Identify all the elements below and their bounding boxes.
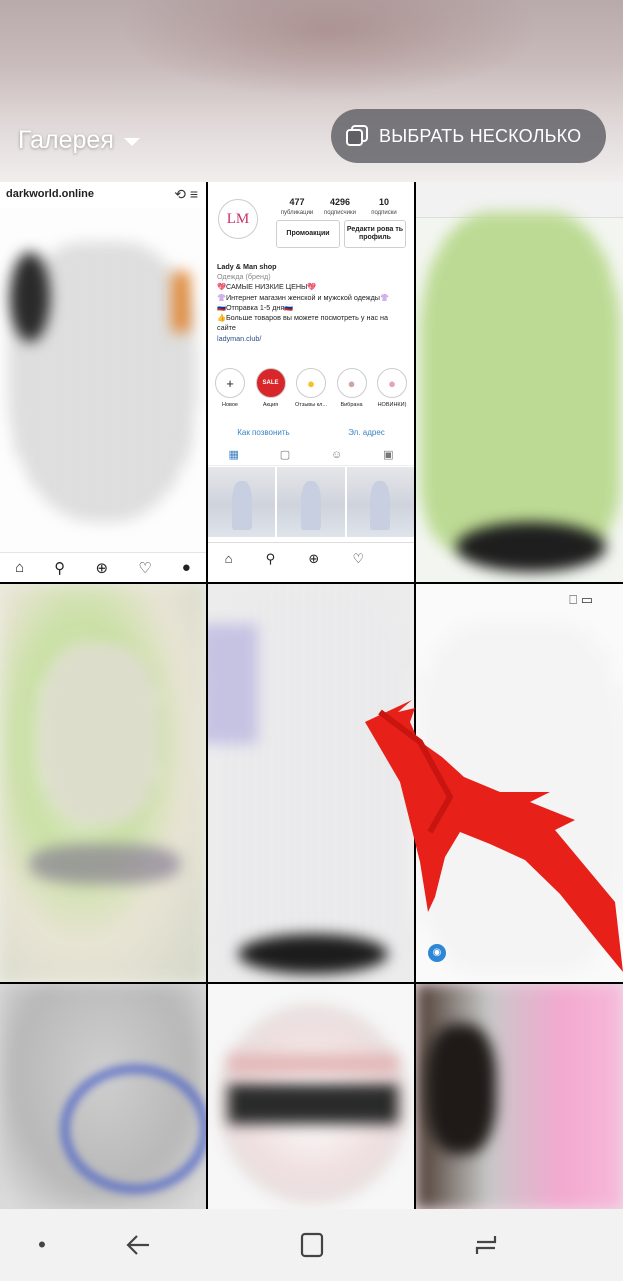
sale-highlight-icon: SALE	[255, 368, 286, 398]
camera-icon: ◉	[428, 944, 446, 962]
posts-stat: 477 публикации	[280, 197, 314, 216]
gallery-thumbnail[interactable]	[416, 182, 623, 582]
bio-line: 🇷🇺Отправка 1-5 дня🇷🇺	[217, 302, 294, 312]
profile-avatar: LM	[218, 199, 258, 239]
photo-highlight-icon: ●	[336, 368, 367, 398]
overview-icon	[475, 1236, 497, 1254]
add-icon: ⊕	[308, 550, 320, 566]
gallery-header: Галерея ВЫБРАТЬ НЕСКОЛЬКО	[0, 0, 623, 182]
recent-apps-icon	[300, 1232, 324, 1258]
contact-row: Как позвонить Эл. адрес	[208, 422, 414, 442]
gallery-thumbnail[interactable]	[0, 584, 206, 982]
gallery-thumbnail[interactable]	[416, 984, 623, 1209]
instagram-profile-screenshot: LM 477 публикации 4296 подписчики 10 под…	[208, 182, 414, 582]
following-stat: 10 подписки	[371, 197, 397, 216]
multi-select-icon	[345, 124, 369, 148]
call-link: Как позвонить	[237, 427, 290, 437]
nav-dot-indicator[interactable]: •	[22, 1227, 62, 1263]
search-icon: ⚲	[54, 559, 66, 577]
instagram-bottom-nav: ⌂ ⚲ ⊕ ♡	[208, 542, 414, 574]
gallery-thumbnail[interactable]	[208, 584, 414, 982]
home-button[interactable]	[292, 1227, 332, 1263]
gallery-thumbnail[interactable]	[208, 984, 414, 1209]
edit-profile-button: Редакти рова ть профиль	[344, 220, 406, 248]
followers-stat: 4296 подписчики	[324, 197, 356, 216]
promo-button: Промоакции	[276, 220, 340, 248]
recent-apps-button[interactable]	[466, 1227, 506, 1263]
heart-icon: ♡	[352, 550, 365, 566]
highlight-item: + Новое	[210, 368, 250, 408]
tagged-icon: ☺	[331, 448, 343, 461]
video-call-icon: ⎕ ▭	[569, 592, 593, 607]
gallery-folder-dropdown[interactable]: Галерея	[18, 122, 140, 158]
highlight-item: ● Вибрана	[332, 368, 372, 408]
post-thumbnail	[346, 467, 414, 537]
image-grid: darkworld.online ⟲ ≡ ⌂ ⚲ ⊕ ♡ ● LM 477 пу…	[0, 182, 623, 1209]
igtv-icon: ▢	[279, 449, 291, 461]
select-multiple-label: ВЫБРАТЬ НЕСКОЛЬКО	[379, 125, 582, 146]
system-navigation-bar: •	[0, 1209, 623, 1281]
gallery-thumbnail[interactable]: darkworld.online ⟲ ≡ ⌂ ⚲ ⊕ ♡ ●	[0, 182, 206, 582]
profile-tabs: ▦ ▢ ☺ ▣	[208, 444, 414, 466]
post-thumbnail	[208, 467, 276, 537]
story-highlights: + Новое SALE Акция ● Отзывы кл... ● Вибр…	[210, 368, 412, 408]
highlight-item: SALE Акция	[251, 368, 291, 408]
post-thumbnail	[277, 467, 345, 537]
new-highlight-icon: ●	[377, 368, 407, 398]
profile-bio: Lady & Man shop Одежда (бренд) 💖САМЫЕ НИ…	[217, 262, 407, 344]
reviews-highlight-icon: ●	[296, 368, 326, 398]
site-url: darkworld.online	[6, 188, 95, 200]
home-icon: ⌂	[224, 551, 233, 566]
bio-line: 👚Интернет магазин женской и мужской одеж…	[217, 292, 389, 302]
email-link: Эл. адрес	[348, 427, 385, 437]
home-icon: ⌂	[15, 559, 25, 576]
bio-line: 💖САМЫЕ НИЗКИЕ ЦЕНЫ💖	[217, 282, 317, 292]
profile-name: Lady & Man shop	[217, 262, 277, 271]
tagged-photos-icon: ▣	[383, 449, 394, 461]
add-highlight-icon: +	[215, 368, 245, 398]
post-thumbnails	[208, 467, 414, 537]
bio-line: 👍Больше товаров вы можете посмотреть у н…	[217, 313, 389, 333]
highlight-item: ● НОВИНКИ)	[372, 368, 412, 408]
heart-icon: ♡	[138, 559, 152, 577]
chevron-down-icon	[123, 137, 140, 146]
select-multiple-button[interactable]: ВЫБРАТЬ НЕСКОЛЬКО	[331, 109, 606, 163]
menu-icon: ⟲ ≡	[174, 186, 198, 202]
profile-icon: ●	[181, 559, 191, 576]
grid-icon: ▦	[228, 449, 239, 461]
back-button[interactable]	[118, 1227, 158, 1263]
gallery-thumbnail[interactable]: ⎕ ▭ ◉	[416, 584, 623, 982]
profile-category: Одежда (бренд)	[217, 272, 271, 282]
highlight-item: ● Отзывы кл...	[291, 368, 331, 408]
bottom-nav: ⌂ ⚲ ⊕ ♡ ●	[0, 552, 206, 582]
gallery-thumbnail-instagram-profile[interactable]: LM 477 публикации 4296 подписчики 10 под…	[208, 182, 414, 582]
bio-link: ladyman.club/	[217, 333, 262, 343]
browser-bar: darkworld.online ⟲ ≡	[0, 182, 206, 208]
gallery-title: Галерея	[18, 125, 114, 154]
search-icon: ⚲	[265, 550, 276, 566]
add-icon: ⊕	[95, 559, 109, 577]
gallery-thumbnail[interactable]	[0, 984, 206, 1209]
back-arrow-icon	[126, 1235, 149, 1255]
